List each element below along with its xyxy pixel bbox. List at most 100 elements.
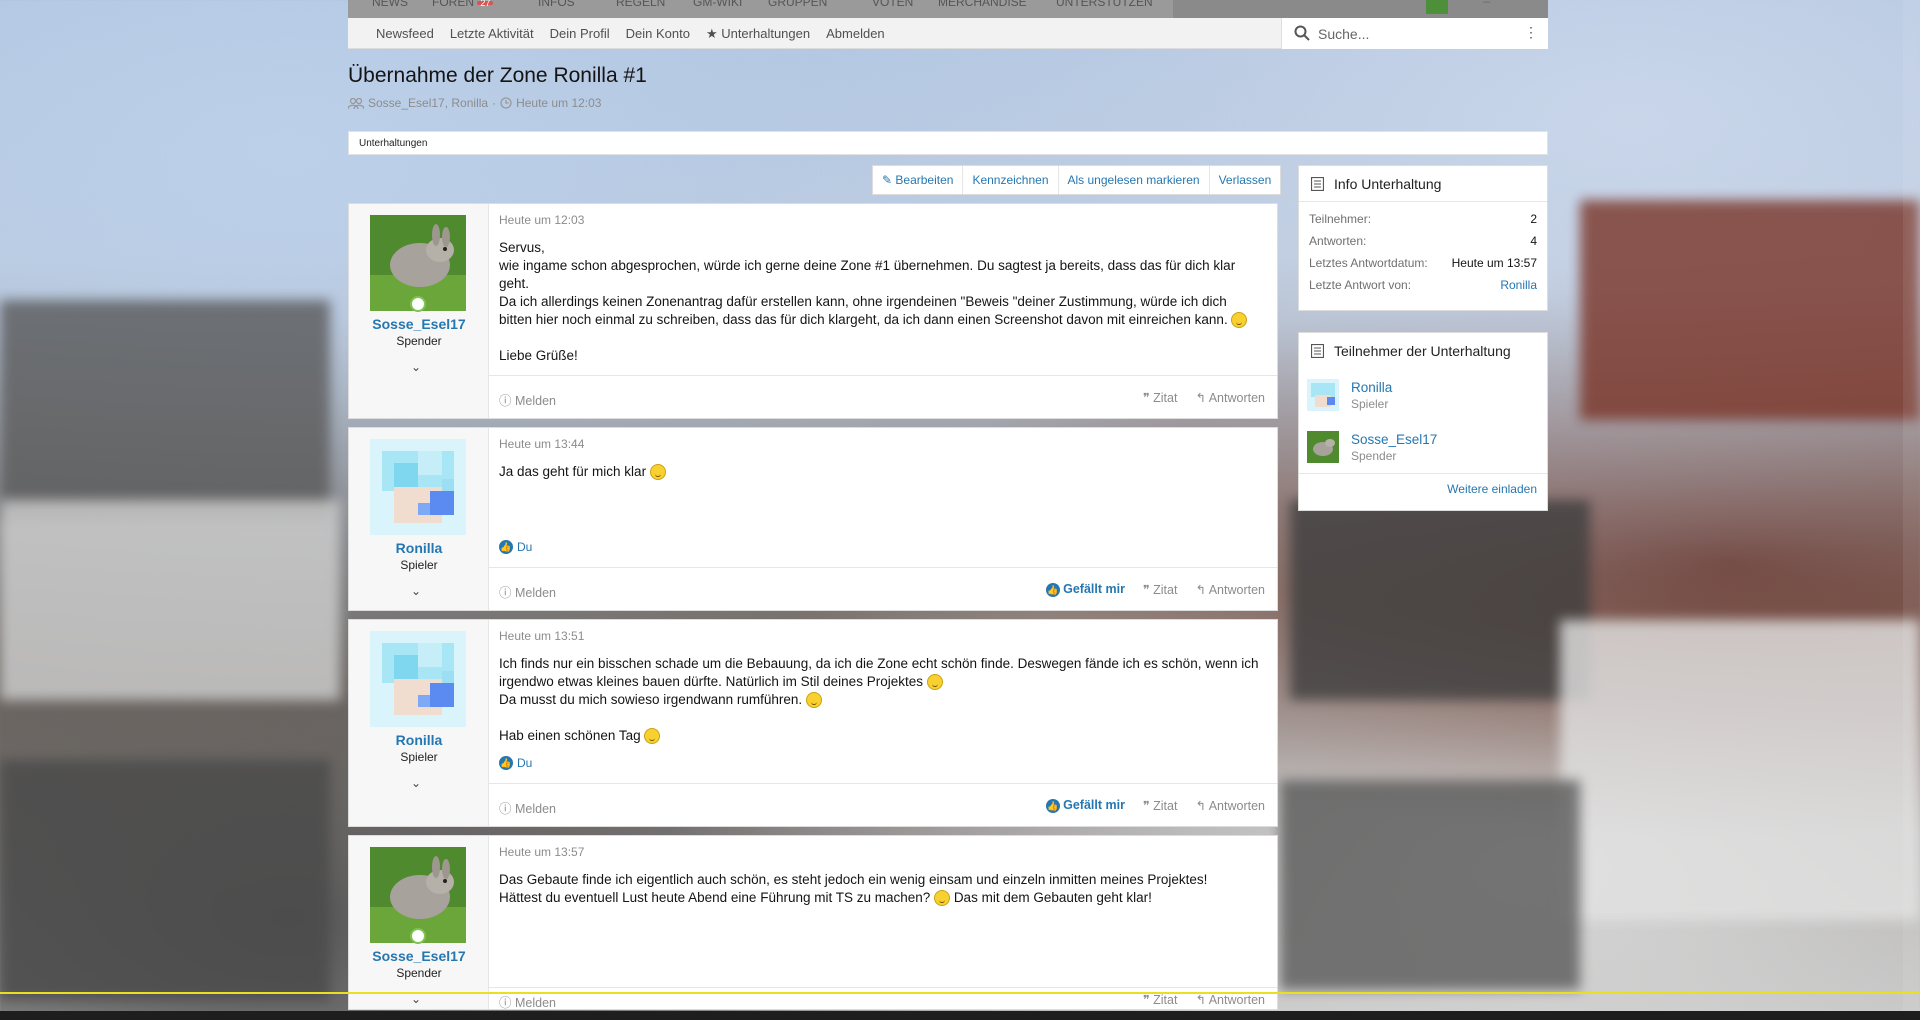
nav-item-regeln[interactable]: REGELN (616, 0, 665, 18)
report-label: Melden (514, 586, 556, 600)
pixel-avatar[interactable] (370, 439, 466, 535)
message-user-title: Spieler (400, 750, 438, 764)
member-item[interactable]: Ronilla Spieler (1299, 369, 1547, 421)
member-item[interactable]: Sosse_Esel17 Spender (1299, 421, 1547, 473)
message-line-text: Hab einen schönen Tag (499, 728, 641, 743)
smiley-icon (926, 674, 943, 691)
member-avatar[interactable] (1307, 379, 1339, 411)
like-button[interactable]: 👍 Gefällt mir (1045, 798, 1125, 813)
pixel-avatar[interactable] (370, 631, 466, 727)
member-name[interactable]: Ronilla (1351, 380, 1392, 395)
nav-item-foren-label: FOREN (432, 0, 474, 9)
reply-label: Antworten (1208, 583, 1265, 597)
message-username[interactable]: Sosse_Esel17 (349, 316, 489, 332)
smiley-icon (649, 464, 666, 481)
subnav-newsfeed[interactable]: Newsfeed (376, 26, 434, 41)
leave-button[interactable]: Verlassen (1210, 166, 1281, 194)
message-body: Servus, wie ingame schon abgesprochen, w… (499, 239, 1259, 365)
search-box[interactable]: Suche... ⋮ (1281, 18, 1548, 49)
message-line-text: Da ich allerdings keinen Zonenantrag daf… (499, 294, 1228, 327)
thumbs-up-icon: 👍 (499, 756, 513, 770)
likes-bar[interactable]: 👍 Du (499, 756, 532, 770)
subnav-logout[interactable]: Abmelden (826, 26, 885, 41)
edit-button[interactable]: ✎ Bearbeiten (873, 166, 964, 194)
thumbs-up-icon: 👍 (499, 540, 513, 554)
chevron-down-icon[interactable]: ⌄ (411, 360, 421, 374)
message-date[interactable]: Heute um 13:51 (499, 629, 584, 643)
tag-button[interactable]: Kennzeichnen (963, 166, 1059, 194)
message-line-text: Ja das geht für mich klar (499, 464, 647, 479)
report-button[interactable]: ⓘ Melden (499, 798, 556, 817)
nav-item-merchandise[interactable]: MERCHANDISE (938, 0, 1027, 18)
search-options-icon[interactable]: ⋮ (1524, 24, 1538, 41)
search-input[interactable]: Suche... (1318, 26, 1369, 42)
background-block (1560, 620, 1920, 920)
chevron-down-icon[interactable]: ⌄ (411, 776, 421, 790)
meta-separator: · (492, 96, 497, 110)
report-button[interactable]: ⓘ Melden (499, 390, 556, 409)
reply-button[interactable]: ↰ Antworten (1195, 582, 1265, 597)
conversation-time: Heute um 12:03 (516, 96, 602, 110)
nav-item-infos[interactable]: INFOS (538, 0, 575, 18)
conversation-members-header: Teilnehmer der Unterhaltung (1299, 333, 1547, 369)
message-username[interactable]: Ronilla (349, 540, 489, 556)
user-avatar-small[interactable] (1426, 0, 1448, 14)
chevron-down-icon[interactable]: ⌄ (411, 584, 421, 598)
member-name[interactable]: Sosse_Esel17 (1351, 432, 1437, 447)
message-line-text: Ich finds nur ein bisschen schade um die… (499, 656, 1259, 689)
message-date[interactable]: Heute um 13:57 (499, 845, 584, 859)
background-block (1580, 200, 1920, 420)
member-avatar[interactable] (1307, 431, 1339, 463)
message-post: Sosse_Esel17 Spender ⌄ Heute um 12:03 Se… (348, 203, 1278, 419)
quote-button[interactable]: ❞ Zitat (1143, 390, 1178, 405)
quote-button[interactable]: ❞ Zitat (1143, 582, 1178, 597)
message-user: Sosse_Esel17 Spender ⌄ (349, 836, 489, 1009)
message-date[interactable]: Heute um 12:03 (499, 213, 584, 227)
like-label: Gefällt mir (1063, 582, 1125, 596)
info-row-replies: Antworten: 4 (1299, 230, 1547, 252)
subnav-account[interactable]: Dein Konto (626, 26, 690, 41)
reply-button[interactable]: ↰ Antworten (1195, 992, 1265, 1007)
conversation-actions: ✎ Bearbeiten Kennzeichnen Als ungelesen … (872, 165, 1282, 195)
chevron-down-icon[interactable]: ⌄ (411, 992, 421, 1006)
nav-item-foren[interactable]: FOREN 27 (432, 0, 494, 18)
likes-bar[interactable]: 👍 Du (499, 540, 532, 554)
conversation-members-title: Teilnehmer der Unterhaltung (1334, 343, 1511, 359)
report-label: Melden (514, 996, 556, 1010)
taskbar-accent-line (0, 992, 1920, 994)
message-username[interactable]: Ronilla (349, 732, 489, 748)
nav-item-news[interactable]: NEWS (372, 0, 408, 18)
subnav-profile[interactable]: Dein Profil (550, 26, 610, 41)
subnav-conversations[interactable]: ★ Unterhaltungen (706, 26, 810, 42)
reply-button[interactable]: ↰ Antworten (1195, 798, 1265, 813)
message-date[interactable]: Heute um 13:44 (499, 437, 584, 451)
reply-label: Antworten (1208, 993, 1265, 1007)
nav-item-voten[interactable]: VOTEN (872, 0, 913, 18)
nav-item-gruppen[interactable]: GRUPPEN (768, 0, 827, 18)
document-icon (1311, 176, 1324, 191)
info-value-link[interactable]: Ronilla (1500, 278, 1537, 292)
reply-button[interactable]: ↰ Antworten (1195, 390, 1265, 405)
message-line: Da musst du mich sowieso irgendwann rumf… (499, 691, 1259, 709)
message-post: Ronilla Spieler ⌄ Heute um 13:44 Ja das … (348, 427, 1278, 611)
message-username[interactable]: Sosse_Esel17 (349, 948, 489, 964)
nav-username[interactable]: Sosse_Esel17 (1450, 0, 1538, 12)
background-block (0, 300, 330, 520)
smiley-icon (1231, 312, 1248, 329)
subnav-recent-activity[interactable]: Letzte Aktivität (450, 26, 534, 41)
background-block (1280, 780, 1580, 990)
conversation-participants[interactable]: Sosse_Esel17, Ronilla (368, 96, 488, 110)
message-line: Hättest du eventuell Lust heute Abend ei… (499, 889, 1259, 907)
quote-button[interactable]: ❞ Zitat (1143, 798, 1178, 813)
like-button[interactable]: 👍 Gefällt mir (1045, 582, 1125, 597)
nav-item-gm-wiki[interactable]: GM-WIKI (693, 0, 742, 18)
report-button[interactable]: ⓘ Melden (499, 582, 556, 601)
message-user: Ronilla Spieler ⌄ (349, 620, 489, 826)
invite-more-button[interactable]: Weitere einladen (1299, 473, 1547, 504)
window-scrollbar[interactable] (1903, 0, 1920, 1011)
nav-item-unterstuetzen[interactable]: UNTERSTÜTZEN (1056, 0, 1153, 18)
breadcrumb-item[interactable]: Unterhaltungen (359, 138, 427, 149)
report-button[interactable]: ⓘ Melden (499, 992, 556, 1011)
mark-unread-button[interactable]: Als ungelesen markieren (1059, 166, 1210, 194)
quote-button[interactable]: ❞ Zitat (1143, 992, 1178, 1007)
